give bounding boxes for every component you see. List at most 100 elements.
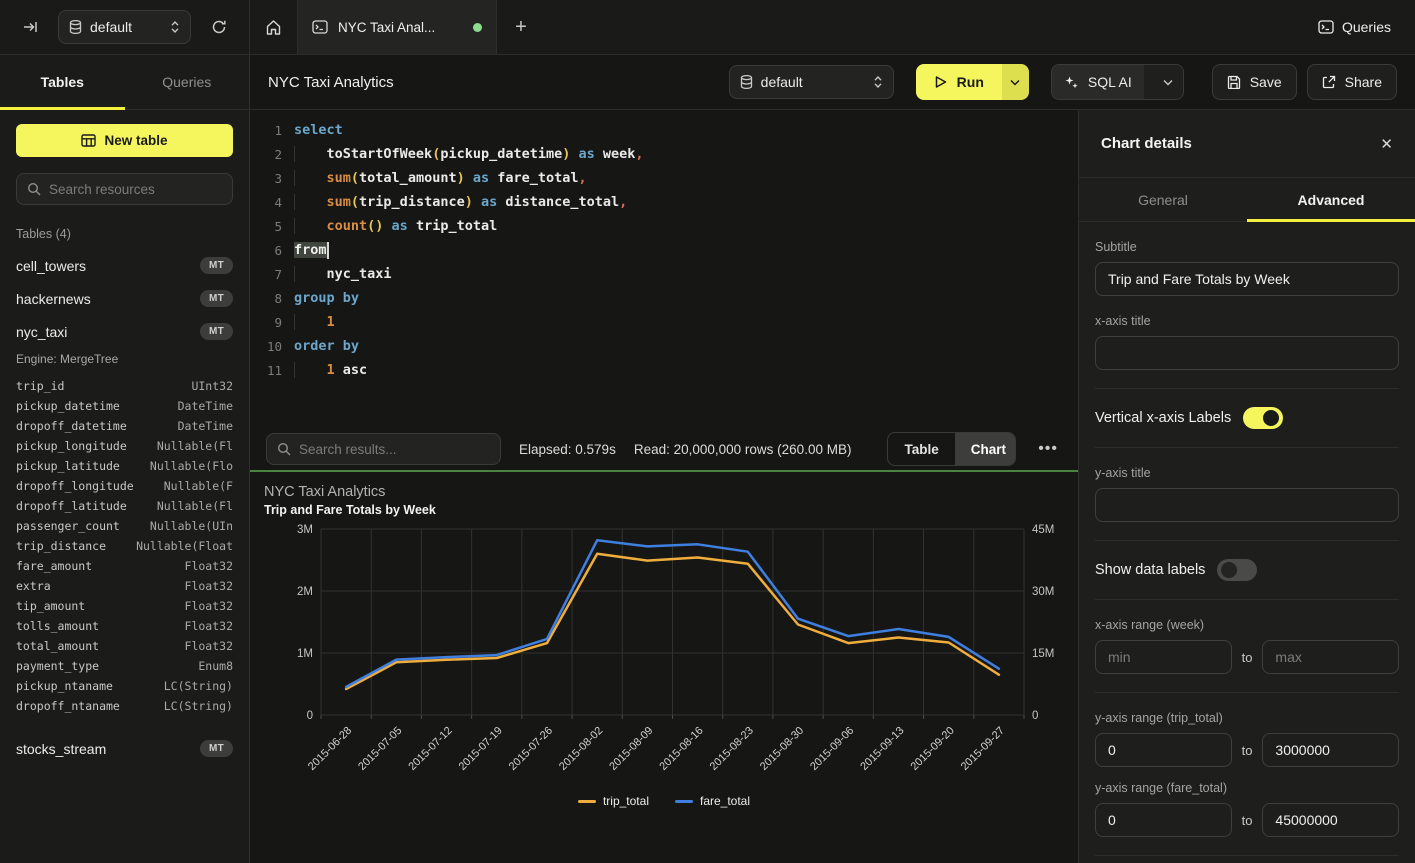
column-name: fare_amount — [16, 559, 92, 573]
column-name: tolls_amount — [16, 619, 99, 633]
more-options-icon[interactable]: ••• — [1034, 440, 1062, 458]
svg-text:2015-09-13: 2015-09-13 — [858, 725, 906, 773]
sidebar-tab-tables[interactable]: Tables — [0, 55, 125, 109]
column-row[interactable]: passenger_countNullable(UIn — [16, 516, 233, 536]
engine-badge: MT — [200, 257, 233, 274]
queries-nav-button[interactable]: Queries — [1294, 0, 1415, 54]
yaxis-title-input[interactable] — [1095, 488, 1399, 522]
legend-label: fare_total — [700, 794, 750, 808]
svg-text:2015-07-05: 2015-07-05 — [356, 725, 404, 773]
sql-ai-chevron[interactable] — [1153, 65, 1183, 99]
close-icon[interactable]: ✕ — [1380, 135, 1393, 153]
table-name: hackernews — [16, 291, 91, 307]
yaxis-range-trip-min-input[interactable] — [1095, 733, 1232, 767]
line-number: 11 — [250, 363, 282, 378]
legend-item-fare_total[interactable]: fare_total — [675, 794, 750, 808]
chart-subtitle: Trip and Fare Totals by Week — [264, 503, 1064, 517]
table-item-nyc-taxi[interactable]: nyc_taxi MT — [16, 315, 233, 348]
code-text: select — [282, 122, 343, 138]
tab-general[interactable]: General — [1079, 178, 1247, 221]
table-item-stocks-stream[interactable]: stocks_stream MT — [16, 732, 233, 765]
xaxis-title-input[interactable] — [1095, 336, 1399, 370]
svg-text:2015-07-19: 2015-07-19 — [457, 725, 505, 773]
column-row[interactable]: pickup_longitudeNullable(Fl — [16, 436, 233, 456]
elapsed-time: Elapsed: 0.579s — [519, 442, 616, 457]
line-number: 3 — [250, 171, 282, 186]
unsaved-changes-dot — [473, 23, 482, 32]
column-row[interactable]: tip_amountFloat32 — [16, 596, 233, 616]
code-line: 2 toStartOfWeek(pickup_datetime) as week… — [250, 142, 1078, 166]
column-name: dropoff_latitude — [16, 499, 127, 513]
column-row[interactable]: pickup_ntanameLC(String) — [16, 676, 233, 696]
share-button[interactable]: Share — [1307, 64, 1397, 100]
save-icon — [1227, 75, 1241, 89]
column-row[interactable]: tolls_amountFloat32 — [16, 616, 233, 636]
column-type: Nullable(Fl — [157, 499, 233, 513]
sql-ai-button[interactable]: SQL AI — [1052, 65, 1144, 99]
tab-nyc-taxi-analytics[interactable]: NYC Taxi Anal... — [297, 0, 497, 54]
svg-text:3M: 3M — [297, 524, 313, 536]
panel-header: Chart details ✕ — [1079, 110, 1415, 178]
save-button[interactable]: Save — [1212, 64, 1297, 100]
tab-advanced[interactable]: Advanced — [1247, 178, 1415, 221]
column-row[interactable]: dropoff_datetimeDateTime — [16, 416, 233, 436]
xaxis-range-min-input[interactable] — [1095, 640, 1232, 674]
subtitle-input[interactable] — [1095, 262, 1399, 296]
column-row[interactable]: pickup_datetimeDateTime — [16, 396, 233, 416]
new-tab-button[interactable]: + — [497, 0, 545, 54]
sidebar-tab-queries[interactable]: Queries — [125, 55, 250, 109]
panel-title: Chart details — [1101, 135, 1192, 152]
table-item-cell-towers[interactable]: cell_towers MT — [16, 249, 233, 282]
svg-text:2015-09-20: 2015-09-20 — [909, 725, 957, 773]
sidebar-tabs: Tables Queries — [0, 55, 249, 110]
code-line: 7 nyc_taxi — [250, 262, 1078, 286]
header-database-selector[interactable]: default — [729, 65, 894, 99]
column-row[interactable]: dropoff_ntanameLC(String) — [16, 696, 233, 716]
collapse-sidebar-icon[interactable] — [16, 13, 44, 41]
search-results-input[interactable] — [299, 442, 490, 457]
table-item-hackernews[interactable]: hackernews MT — [16, 282, 233, 315]
table-name: stocks_stream — [16, 741, 106, 757]
vertical-xaxis-labels-toggle[interactable] — [1243, 407, 1283, 429]
query-tab-icon — [312, 20, 328, 34]
search-resources-input[interactable] — [49, 182, 222, 197]
chart-panel: NYC Taxi Analytics Trip and Fare Totals … — [250, 472, 1078, 863]
column-row[interactable]: extraFloat32 — [16, 576, 233, 596]
code-text: toStartOfWeek(pickup_datetime) as week, — [282, 146, 644, 162]
database-icon — [740, 75, 753, 89]
sql-editor[interactable]: 1select2 toStartOfWeek(pickup_datetime) … — [250, 110, 1078, 428]
show-data-labels-toggle[interactable] — [1217, 559, 1257, 581]
yaxis-range-fare-max-input[interactable] — [1262, 803, 1399, 837]
column-type: UInt32 — [191, 379, 233, 393]
code-line: 4 sum(trip_distance) as distance_total, — [250, 190, 1078, 214]
legend-item-trip_total[interactable]: trip_total — [578, 794, 649, 808]
new-table-button[interactable]: New table — [16, 124, 233, 157]
xaxis-range-max-input[interactable] — [1262, 640, 1399, 674]
column-row[interactable]: trip_id UInt32 — [16, 376, 233, 396]
database-selector[interactable]: default — [58, 10, 191, 44]
column-row[interactable]: payment_typeEnum8 — [16, 656, 233, 676]
run-options-chevron[interactable] — [1002, 64, 1029, 100]
column-row[interactable]: fare_amountFloat32 — [16, 556, 233, 576]
home-button[interactable] — [250, 0, 297, 54]
code-line: 11 1 asc — [250, 358, 1078, 382]
run-button[interactable]: Run — [916, 64, 1002, 100]
column-row[interactable]: trip_distanceNullable(Float — [16, 536, 233, 556]
refresh-icon[interactable] — [205, 13, 233, 41]
sidebar-search — [16, 173, 233, 205]
svg-text:2015-09-06: 2015-09-06 — [808, 725, 856, 773]
column-row[interactable]: total_amountFloat32 — [16, 636, 233, 656]
svg-text:2015-08-16: 2015-08-16 — [657, 725, 705, 773]
column-row[interactable]: pickup_latitudeNullable(Flo — [16, 456, 233, 476]
column-name: trip_id — [16, 379, 64, 393]
column-row[interactable]: dropoff_latitude Nullable(Fl — [16, 496, 233, 516]
view-chart-tab[interactable]: Chart — [955, 433, 1016, 465]
legend-swatch — [578, 800, 596, 803]
yaxis-range-trip-max-input[interactable] — [1262, 733, 1399, 767]
column-row[interactable]: dropoff_longitudeNullable(F — [16, 476, 233, 496]
queries-icon — [1318, 20, 1334, 34]
view-table-tab[interactable]: Table — [888, 433, 954, 465]
search-icon — [27, 182, 41, 196]
vertical-xaxis-labels-label: Vertical x-axis Labels — [1095, 410, 1231, 426]
yaxis-range-fare-min-input[interactable] — [1095, 803, 1232, 837]
